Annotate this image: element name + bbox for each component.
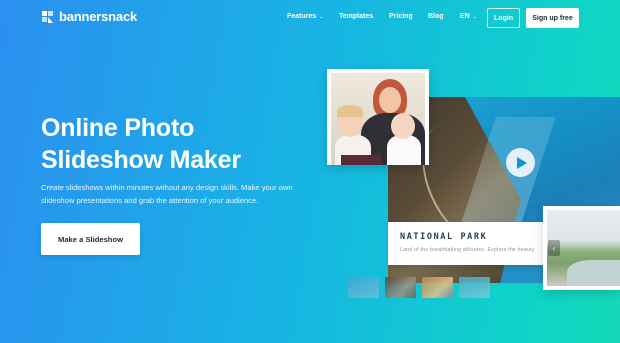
family-photo-card (327, 69, 429, 165)
thumbnail[interactable] (348, 277, 379, 298)
nav-item-templates[interactable]: Templates (339, 13, 373, 20)
nav-item-blog[interactable]: Blog (428, 13, 444, 20)
brand-logo[interactable]: bannersnack (41, 9, 137, 24)
page-title-line1: Online Photo (41, 114, 195, 142)
chevron-down-icon: ⌄ (472, 14, 477, 20)
page-title: Online Photo Slideshow Maker (41, 112, 301, 176)
slide-thumbnails (348, 277, 490, 298)
chevron-down-icon: ⌄ (319, 14, 324, 20)
nav-item-label: Blog (428, 13, 444, 20)
top-nav: bannersnack Features ⌄ Templates Pricing … (0, 0, 620, 36)
nav-item-features[interactable]: Features ⌄ (287, 13, 323, 20)
caption-title: NATIONAL PARK (400, 232, 488, 242)
nav-item-pricing[interactable]: Pricing (389, 13, 413, 20)
slide-caption-card: NATIONAL PARK Land of the breathtaking a… (388, 222, 548, 265)
language-label: EN (460, 13, 470, 20)
thumbnail[interactable] (459, 277, 490, 298)
signup-button[interactable]: Sign up free (526, 8, 579, 28)
login-button[interactable]: Login (487, 8, 520, 28)
thumbnail[interactable] (385, 277, 416, 298)
caption-subtitle: Land of the breathtaking altitudes. Expl… (400, 247, 535, 253)
nav-item-label: Pricing (389, 13, 413, 20)
thumbnail[interactable] (422, 277, 453, 298)
nav-item-label: Features (287, 13, 317, 20)
brand-name: bannersnack (59, 9, 138, 24)
bannersnack-logo-icon (41, 10, 54, 24)
language-selector[interactable]: EN ⌄ (460, 13, 477, 20)
nav-item-label: Templates (339, 13, 374, 20)
prev-slide-arrow[interactable]: ‹ (548, 240, 560, 256)
make-slideshow-button[interactable]: Make a Slideshow (41, 223, 140, 255)
page-title-line2: Slideshow Maker (41, 146, 241, 174)
play-button[interactable] (506, 148, 535, 177)
family-photo (331, 73, 425, 165)
play-icon (517, 156, 527, 169)
hero-description: Create slideshows within minutes without… (41, 183, 293, 205)
